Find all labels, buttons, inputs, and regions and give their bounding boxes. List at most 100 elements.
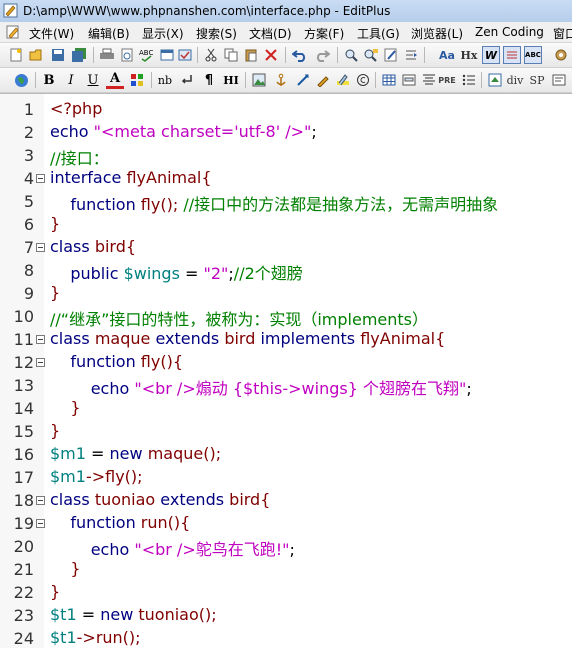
heading-hx-icon[interactable]: Hx: [460, 46, 478, 64]
span-button[interactable]: SP: [528, 71, 546, 89]
save-icon[interactable]: [49, 46, 67, 64]
div-button[interactable]: div: [506, 71, 524, 89]
line-break-icon[interactable]: [178, 71, 196, 89]
font-size-icon[interactable]: Aa: [438, 46, 456, 64]
image-icon[interactable]: [250, 71, 268, 89]
paste-icon[interactable]: [242, 46, 260, 64]
color-palette-icon[interactable]: [128, 71, 146, 89]
menu-window[interactable]: 窗口: [553, 25, 572, 42]
editplus-app-icon[interactable]: [3, 3, 18, 18]
align-icon[interactable]: [420, 71, 438, 89]
code-line[interactable]: 6}: [0, 213, 572, 236]
browser-preview-icon[interactable]: [158, 46, 176, 64]
spellcheck-icon[interactable]: ABC: [138, 46, 156, 64]
line-number: 12: [13, 353, 34, 372]
new-file-icon[interactable]: [7, 46, 25, 64]
copyright-icon[interactable]: [354, 71, 372, 89]
menu-edit[interactable]: 编辑(B): [88, 25, 130, 42]
copy-icon[interactable]: [222, 46, 240, 64]
find-in-files-icon[interactable]: [382, 46, 400, 64]
print-icon[interactable]: [98, 46, 116, 64]
menu-tools[interactable]: 工具(G): [357, 25, 400, 42]
menu-view[interactable]: 显示(X): [142, 25, 184, 42]
code-line[interactable]: 1 <?php: [0, 98, 572, 121]
pre-button[interactable]: PRE: [438, 71, 456, 89]
code-line[interactable]: 17 $m1->fly();: [0, 466, 572, 489]
undo-icon[interactable]: [291, 46, 309, 64]
paragraph-button[interactable]: ¶: [200, 71, 218, 89]
table-icon[interactable]: [380, 71, 398, 89]
code-line[interactable]: 19 function run(){: [0, 512, 572, 535]
fold-toggle-icon[interactable]: [36, 243, 45, 252]
code-line[interactable]: 13 echo "<br />煽动 {$this->wings} 个翅膀在飞翔"…: [0, 374, 572, 398]
highlight-icon[interactable]: [334, 71, 352, 89]
code-line[interactable]: 23 $t1 = new tuoniao();: [0, 604, 572, 627]
code-line[interactable]: 2 echo "<meta charset='utf-8' />";: [0, 121, 572, 144]
nbsp-button[interactable]: nb: [156, 71, 174, 89]
fold-toggle-icon[interactable]: [36, 358, 45, 367]
bold-button[interactable]: B: [40, 71, 58, 89]
heading-button[interactable]: HI: [222, 71, 240, 89]
globe-icon[interactable]: [12, 71, 30, 89]
pencil-icon[interactable]: [314, 71, 332, 89]
find-icon[interactable]: [342, 46, 360, 64]
line-number-icon[interactable]: [503, 46, 521, 64]
cut-icon[interactable]: [202, 46, 220, 64]
code-line[interactable]: 18 class tuoniao extends bird{: [0, 489, 572, 512]
code-line[interactable]: 15}: [0, 420, 572, 443]
underline-button[interactable]: U: [84, 71, 102, 89]
goto-line-icon[interactable]: [402, 46, 420, 64]
code-line[interactable]: 7 class bird{: [0, 236, 572, 259]
font-color-button[interactable]: A: [106, 71, 124, 89]
word-wrap-icon[interactable]: W: [482, 46, 500, 64]
save-all-icon[interactable]: [70, 46, 88, 64]
document-icon[interactable]: [5, 24, 21, 40]
code-line[interactable]: 21 }: [0, 558, 572, 581]
pre-label: PRE: [438, 75, 456, 85]
anchor-icon[interactable]: [272, 71, 290, 89]
code-token: }: [50, 283, 61, 302]
menu-browser[interactable]: 浏览器(L): [411, 25, 463, 42]
code-editor[interactable]: 1 <?php 2 echo "<meta charset='utf-8' />"; 3…: [0, 93, 572, 648]
menu-zen-coding[interactable]: Zen Coding: [475, 25, 544, 39]
replace-icon[interactable]: [362, 46, 380, 64]
menu-file[interactable]: 文件(W): [29, 25, 74, 42]
code-line[interactable]: 5 function fly(); //接口中的方法都是抽象方法，无需声明抽象: [0, 190, 572, 214]
fold-toggle-icon[interactable]: [36, 335, 45, 344]
fold-toggle-icon[interactable]: [36, 496, 45, 505]
code-line[interactable]: 20 echo "<br />鸵鸟在飞跑!";: [0, 535, 572, 559]
fold-toggle-icon[interactable]: [36, 174, 45, 183]
code-token: echo: [50, 122, 94, 141]
form-icon[interactable]: [400, 71, 418, 89]
menu-search[interactable]: 搜索(S): [196, 25, 237, 42]
menu-project[interactable]: 方案(F): [304, 25, 344, 42]
line-number: 9: [23, 284, 34, 303]
link-icon[interactable]: [294, 71, 312, 89]
delete-icon[interactable]: [262, 46, 280, 64]
code-line[interactable]: 14 }: [0, 397, 572, 420]
italic-button[interactable]: I: [62, 71, 80, 89]
code-line[interactable]: 3 //接口：: [0, 144, 572, 168]
comment-icon[interactable]: [486, 71, 504, 89]
list-icon[interactable]: [460, 71, 478, 89]
column-selection-icon[interactable]: ABC: [524, 46, 542, 64]
code-line[interactable]: 10 //“继承”接口的特性，被称为：实现（implements）: [0, 305, 572, 329]
code-line[interactable]: 8 public $wings = "2";//2个翅膀: [0, 259, 572, 283]
code-line[interactable]: 4 interface flyAnimal{: [0, 167, 572, 190]
code-line[interactable]: 12 function fly(){: [0, 351, 572, 374]
code-line[interactable]: 9}: [0, 282, 572, 305]
settings-icon[interactable]: [552, 46, 570, 64]
open-folder-icon[interactable]: [28, 46, 46, 64]
code-line[interactable]: 16 $m1 = new maque();: [0, 443, 572, 466]
code-line[interactable]: 11 class maque extends bird implements fl…: [0, 328, 572, 351]
fold-toggle-icon[interactable]: [36, 519, 45, 528]
more-icon[interactable]: [550, 71, 568, 89]
code-line[interactable]: 22}: [0, 581, 572, 604]
code-token: extends: [155, 329, 225, 348]
menu-document[interactable]: 文档(D): [249, 25, 292, 42]
print-preview-icon[interactable]: [118, 46, 136, 64]
redo-icon[interactable]: [313, 46, 331, 64]
toggle-icon[interactable]: [176, 46, 194, 64]
